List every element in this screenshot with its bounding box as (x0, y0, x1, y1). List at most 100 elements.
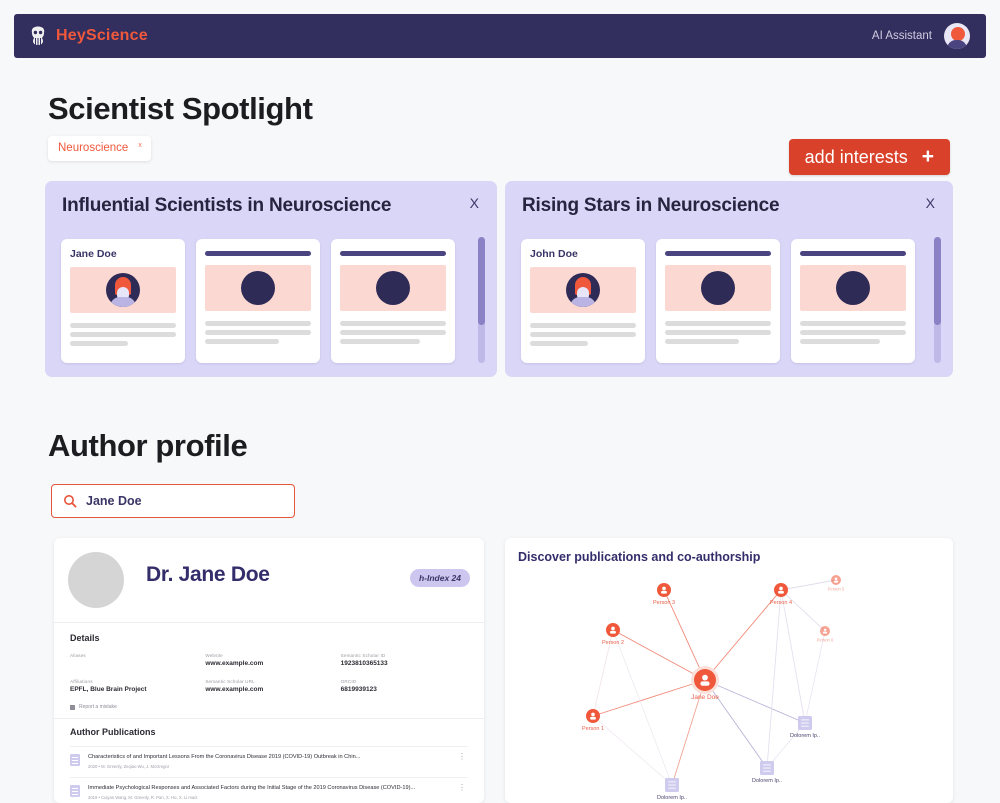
graph-node-person1[interactable]: Person 1 (582, 709, 604, 732)
avatar-body (947, 40, 967, 49)
placeholder-line (800, 321, 906, 326)
graph-node-jane[interactable]: Jane Doe (691, 666, 719, 701)
placeholder-line (800, 330, 906, 335)
publications-section: Author Publications Characteristics of a… (54, 719, 484, 803)
interest-chip-neuroscience[interactable]: Neuroscience x (48, 136, 151, 161)
scrollbar-thumb[interactable] (934, 237, 941, 325)
graph-edge (781, 590, 805, 723)
report-mistake-link[interactable]: Report a mistake (70, 704, 468, 710)
brand[interactable]: HeyScience (28, 25, 148, 47)
graph-node-person6[interactable]: Person 6 (817, 626, 834, 643)
user-avatar-icon[interactable] (944, 23, 970, 49)
detail-item: AffiliationsEPFL, Blue Brain Project (70, 678, 197, 695)
more-options-icon[interactable]: ⋮ (456, 784, 468, 792)
publication-meta: 2019 • Cuiyan Wang, M. Greenly, R. Pan, … (88, 794, 448, 802)
graph-edge (593, 680, 705, 716)
page-title-spotlight: Scientist Spotlight (48, 91, 313, 127)
document-line (668, 782, 676, 783)
publication-text: Characteristics of and Important Lessons… (88, 753, 448, 771)
owl-logo-icon (28, 25, 48, 47)
person-body (661, 591, 667, 594)
detail-item: Semantic Scholar URLwww.example.com (205, 678, 332, 695)
scientist-card[interactable] (791, 239, 915, 363)
graph-node-label: Person 1 (582, 726, 604, 732)
person-head (611, 627, 615, 631)
scientist-card[interactable]: John Doe (521, 239, 645, 363)
detail-value: 1923810365133 (341, 659, 468, 669)
plus-icon: + (922, 148, 934, 166)
flag-icon (70, 705, 75, 710)
placeholder-line (665, 330, 771, 335)
detail-item: Semantic Scholar ID1923810365133 (341, 652, 468, 669)
add-interests-button[interactable]: add interests + (789, 139, 950, 175)
scientist-text-placeholder (340, 321, 446, 344)
graph-node-person4[interactable]: Person 4 (770, 583, 792, 606)
graph-node-doc1[interactable]: Dolorem Ip.. (790, 716, 820, 739)
scientist-card[interactable]: Jane Doe (61, 239, 185, 363)
more-options-icon[interactable]: ⋮ (456, 753, 468, 761)
graph-node-label: Person 2 (602, 640, 624, 646)
placeholder-line (340, 321, 446, 326)
scientist-photo (530, 267, 636, 313)
placeholder-line (70, 332, 176, 337)
avatar (68, 552, 124, 608)
report-mistake-label: Report a mistake (79, 704, 117, 710)
author-search-box[interactable] (51, 484, 295, 518)
graph-node-label: Dolorem Ip.. (657, 795, 687, 801)
detail-value: www.example.com (205, 659, 332, 669)
placeholder-line (665, 321, 771, 326)
detail-value: 6819939123 (341, 685, 468, 695)
graph-node-person3[interactable]: Person 3 (653, 583, 675, 606)
placeholder-line (205, 330, 311, 335)
graph-node-label: Dolorem Ip.. (790, 733, 820, 739)
detail-item: ORCID6819939123 (341, 678, 468, 695)
profile-header: Dr. Jane Doe h-Index 24 (54, 538, 484, 622)
graph-node-doc3[interactable]: Dolorem Ip.. (657, 778, 687, 801)
scientist-card[interactable] (196, 239, 320, 363)
panel-scrollbar[interactable] (934, 237, 941, 363)
scientist-text-placeholder (70, 323, 176, 346)
page-title-author: Author profile (48, 428, 247, 464)
female-avatar-icon (106, 273, 140, 307)
person-body (834, 581, 838, 583)
scientist-name-placeholder (665, 251, 771, 256)
graph-node-doc2[interactable]: Dolorem Ip.. (752, 761, 782, 784)
panel-scrollbar[interactable] (478, 237, 485, 363)
publication-text: Immediate Psychological Responses and As… (88, 784, 448, 802)
avatar-shoulders (110, 297, 136, 307)
placeholder-line (70, 341, 128, 346)
details-section: Details AliasesWebsitewww.example.comSem… (54, 623, 484, 718)
ai-assistant-label[interactable]: AI Assistant (872, 30, 932, 42)
placeholder-line (205, 339, 279, 344)
scientist-photo (205, 265, 311, 311)
coauthorship-graph[interactable]: Jane Doe Person 1 Person 2 Person 3 Person 4… (505, 568, 953, 803)
panel-title: Rising Stars in Neuroscience (522, 195, 779, 217)
graph-edge (613, 630, 672, 785)
person-head (779, 587, 783, 591)
detail-label: Aliases (70, 652, 197, 659)
document-line (763, 765, 771, 766)
scientist-name: Jane Doe (70, 248, 176, 260)
search-input[interactable] (86, 494, 266, 508)
scientist-text-placeholder (530, 323, 636, 346)
circle-avatar-icon (376, 271, 410, 305)
detail-label: Semantic Scholar ID (341, 652, 468, 659)
person-head (824, 629, 827, 632)
circle-avatar-icon (701, 271, 735, 305)
placeholder-line (340, 330, 446, 335)
placeholder-line (530, 323, 636, 328)
publication-row[interactable]: Characteristics of and Important Lessons… (70, 746, 468, 777)
scientist-card[interactable] (656, 239, 780, 363)
graph-node-person5[interactable]: Person 5 (828, 575, 845, 592)
document-line (668, 788, 676, 789)
publication-row[interactable]: Immediate Psychological Responses and As… (70, 777, 468, 803)
detail-item: Aliases (70, 652, 197, 669)
scientist-card[interactable] (331, 239, 455, 363)
scientist-name-placeholder (340, 251, 446, 256)
scientist-text-placeholder (665, 321, 771, 344)
scientist-name-placeholder (800, 251, 906, 256)
scrollbar-thumb[interactable] (478, 237, 485, 325)
close-icon[interactable]: X (926, 195, 935, 211)
close-icon[interactable]: x (138, 142, 142, 149)
close-icon[interactable]: X (470, 195, 479, 211)
